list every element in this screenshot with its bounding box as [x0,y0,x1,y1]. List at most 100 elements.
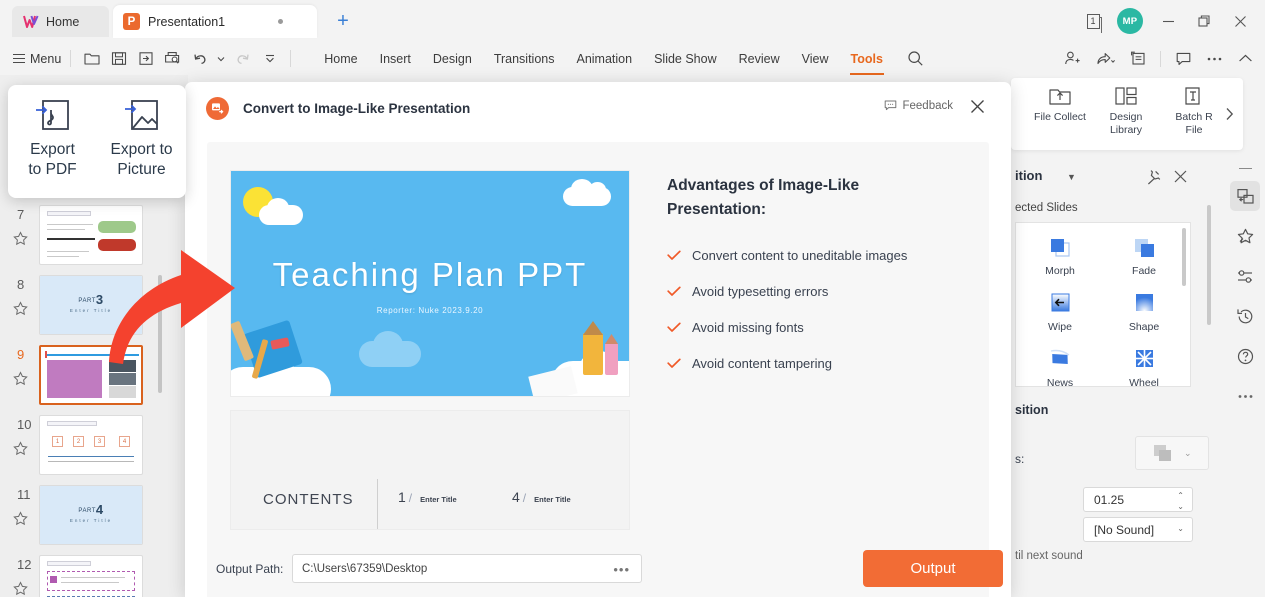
advantage-text: Avoid content tampering [692,356,832,371]
save-as-icon[interactable] [134,47,157,70]
print-preview-icon[interactable] [161,47,184,70]
home-tab[interactable]: Home [12,6,109,37]
export-popup-menu: Export to PDF Export to Picture [8,85,186,198]
contents-text: Enter Title [534,495,571,504]
contents-number: 4 [512,489,520,505]
search-icon[interactable] [905,48,927,70]
slide-transition-icon[interactable] [1230,181,1260,211]
transition-panel: ition ▼ ected Slides Morph Fade [1005,160,1215,597]
thumbnail-slide-11[interactable]: 11 PART4 Enter Title [0,485,188,555]
chevron-down-icon[interactable]: ⌄ [1184,448,1192,459]
advantages-list: Convert content to uneditable images Avo… [667,248,967,371]
chevron-right-icon[interactable] [1219,100,1239,128]
tab-tools[interactable]: Tools [840,48,894,70]
transition-news[interactable]: News [1024,347,1096,389]
sound-dropdown[interactable]: [No Sound] ⌄ [1083,517,1193,542]
transition-section-title: sition [1015,403,1048,417]
wheel-label: Wheel [1129,377,1159,389]
share-icon[interactable] [1089,46,1121,72]
save-icon[interactable] [107,47,130,70]
advantage-text: Avoid missing fonts [692,320,804,335]
tab-slide-show[interactable]: Slide Show [643,48,728,70]
thumbnail-slide-10[interactable]: 10 1 2 3 4 [0,415,188,485]
thumbnail-slide-12[interactable]: 12 [0,555,188,597]
divider [377,479,378,530]
tab-home[interactable]: Home [313,48,368,70]
file-collect-label: File Collect [1034,111,1086,124]
pin-icon[interactable] [1145,169,1163,187]
output-path-input[interactable]: C:\Users\67359\Desktop ••• [292,554,642,583]
effect-options-dropdown[interactable]: ⌄ [1135,436,1209,470]
undo-dropdown-icon[interactable] [215,47,227,70]
panel-scrollbar[interactable] [1207,205,1211,325]
collapse-rail-icon[interactable] [1239,168,1252,169]
customize-dropdown-icon[interactable] [258,47,281,70]
advantage-text: Convert content to uneditable images [692,248,907,263]
hamburger-icon [13,54,25,63]
settings-sliders-icon[interactable] [1230,261,1260,291]
tab-animation[interactable]: Animation [565,48,643,70]
slide-number: 10 [17,417,31,432]
check-icon [667,322,681,333]
new-tab-button[interactable]: + [331,9,355,33]
document-tab[interactable]: P Presentation1 [113,5,317,38]
slide-count-indicator[interactable]: 1 [1081,11,1105,31]
tab-insert[interactable]: Insert [369,48,422,70]
export-to-picture-button[interactable]: Export to Picture [97,85,186,198]
comment-icon[interactable] [1169,46,1197,72]
dialog-close-button[interactable] [969,98,989,118]
transition-subtitle: ected Slides [1015,202,1078,214]
chevron-down-icon[interactable]: ▼ [1067,172,1076,182]
share-person-icon[interactable] [1058,46,1086,72]
tab-design[interactable]: Design [422,48,483,70]
ellipsis-icon[interactable]: ••• [613,562,630,577]
transition-morph[interactable]: Morph [1024,235,1096,277]
thumbnail-scrollbar[interactable] [158,275,162,393]
export-to-pdf-button[interactable]: Export to PDF [8,85,97,198]
transition-fade[interactable]: Fade [1108,235,1180,277]
redo-icon[interactable] [231,47,254,70]
minimize-button[interactable] [1151,6,1185,36]
slide-subtitle: Reporter: Nuke 2023.9.20 [231,306,629,315]
batch-rename-files-button[interactable]: Batch R File [1163,85,1225,136]
feedback-button[interactable]: Feedback [884,99,953,112]
close-icon[interactable] [1173,169,1191,187]
avatar[interactable]: MP [1117,8,1143,34]
open-folder-icon[interactable] [80,47,103,70]
transition-shape[interactable]: Shape [1108,291,1180,333]
help-icon[interactable] [1230,341,1260,371]
effects-scrollbar[interactable] [1182,228,1186,286]
feedback-icon [884,99,897,112]
part-number: 4 [96,502,104,517]
design-library-button[interactable]: Design Library [1095,85,1157,136]
advantage-text: Avoid typesetting errors [692,284,828,299]
maximize-button[interactable] [1187,6,1221,36]
transition-effects-grid[interactable]: Morph Fade Wipe Shape [1015,222,1191,387]
close-button[interactable] [1223,6,1257,36]
divider [70,50,71,67]
tab-transitions[interactable]: Transitions [483,48,566,70]
menu-button[interactable]: Menu [13,52,61,66]
thumbnail-slide-7[interactable]: 7 [0,205,188,275]
stepper-icon[interactable]: ⌃⌄ [1177,491,1184,511]
more-options-icon[interactable] [1230,381,1260,411]
collect-icon[interactable] [1124,46,1152,72]
tab-view[interactable]: View [791,48,840,70]
chevron-down-icon[interactable]: ⌄ [1177,524,1184,533]
star-icon [13,301,29,317]
history-icon[interactable] [1230,301,1260,331]
collapse-ribbon-icon[interactable] [1231,46,1259,72]
file-collect-button[interactable]: File Collect [1029,85,1091,124]
transition-wipe[interactable]: Wipe [1024,291,1096,333]
output-button[interactable]: Output [863,550,1003,587]
tab-review[interactable]: Review [728,48,791,70]
news-icon [1046,347,1074,373]
duration-field[interactable]: 01.25 ⌃⌄ [1083,487,1193,512]
undo-icon[interactable] [188,47,211,70]
transition-wheel[interactable]: Wheel [1108,347,1180,389]
export-to-pdf-icon [34,98,72,134]
export-to-picture-label-1: Export to [110,140,172,159]
part-label: PART [78,298,95,304]
animation-star-icon[interactable] [1230,221,1260,251]
more-icon[interactable] [1200,46,1228,72]
